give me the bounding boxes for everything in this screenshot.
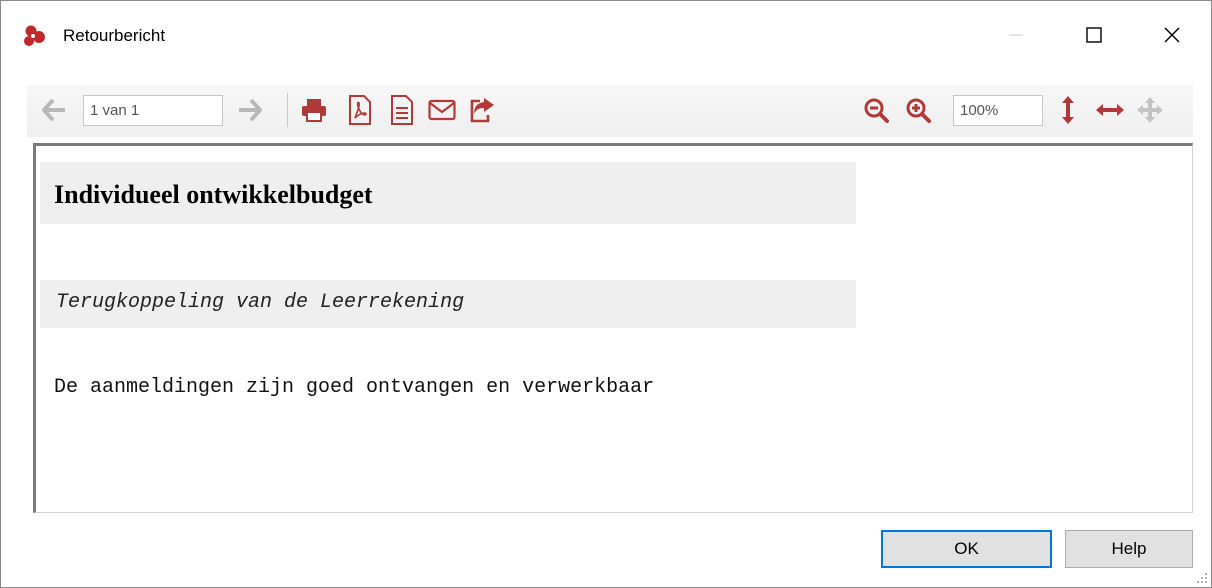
app-logo-icon — [24, 25, 45, 46]
share-icon — [470, 98, 494, 123]
zoom-in-button[interactable] — [903, 95, 933, 125]
maximize-icon — [1086, 27, 1102, 43]
report-toolbar — [27, 85, 1193, 137]
pan-button[interactable] — [1135, 95, 1165, 125]
minimize-button[interactable] — [993, 17, 1039, 53]
maximize-button[interactable] — [1071, 17, 1117, 53]
close-button[interactable] — [1149, 17, 1195, 53]
report-heading-band: Individueel ontwikkelbudget — [40, 162, 856, 224]
next-page-button[interactable] — [235, 95, 265, 125]
email-button[interactable] — [427, 95, 457, 125]
print-icon — [302, 99, 326, 122]
report-subheading: Terugkoppeling van de Leerrekening — [56, 291, 465, 314]
print-button[interactable] — [299, 95, 329, 125]
zoom-level-input[interactable] — [953, 95, 1043, 126]
report-viewer[interactable]: Individueel ontwikkelbudget Terugkoppeli… — [33, 143, 1193, 513]
resize-grip-icon[interactable] — [1196, 572, 1208, 584]
export-pdf-button[interactable] — [345, 95, 375, 125]
zoom-out-icon — [864, 98, 889, 123]
move-icon — [1137, 97, 1163, 123]
report-body-text: De aanmeldingen zijn goed ontvangen en v… — [54, 376, 655, 399]
report-dialog-window: Retourbericht 1 van 1 100% Individueel o… — [0, 0, 1212, 588]
fit-width-icon — [1096, 104, 1124, 116]
previous-page-button[interactable] — [39, 95, 69, 125]
help-button[interactable]: Help — [1065, 530, 1193, 568]
arrow-left-icon — [42, 98, 65, 122]
ok-button[interactable]: OK — [881, 530, 1052, 568]
fit-height-button[interactable] — [1053, 95, 1083, 125]
share-button[interactable] — [467, 95, 497, 125]
fit-height-icon — [1062, 96, 1074, 124]
document-icon — [391, 95, 413, 125]
email-icon — [428, 99, 456, 121]
arrow-right-icon — [239, 98, 262, 122]
fit-width-button[interactable] — [1095, 95, 1125, 125]
zoom-in-icon — [906, 98, 931, 123]
page-number-input[interactable] — [83, 95, 223, 126]
window-title: Retourbericht — [63, 26, 166, 45]
title-bar: Retourbericht — [1, 1, 1211, 65]
report-subheading-band: Terugkoppeling van de Leerrekening — [40, 280, 856, 328]
toolbar-separator — [287, 93, 288, 127]
export-document-button[interactable] — [387, 95, 417, 125]
report-heading: Individueel ontwikkelbudget — [54, 180, 373, 209]
zoom-out-button[interactable] — [861, 95, 891, 125]
pdf-icon — [349, 95, 371, 125]
minimize-icon — [1009, 34, 1023, 36]
close-icon — [1164, 27, 1180, 43]
